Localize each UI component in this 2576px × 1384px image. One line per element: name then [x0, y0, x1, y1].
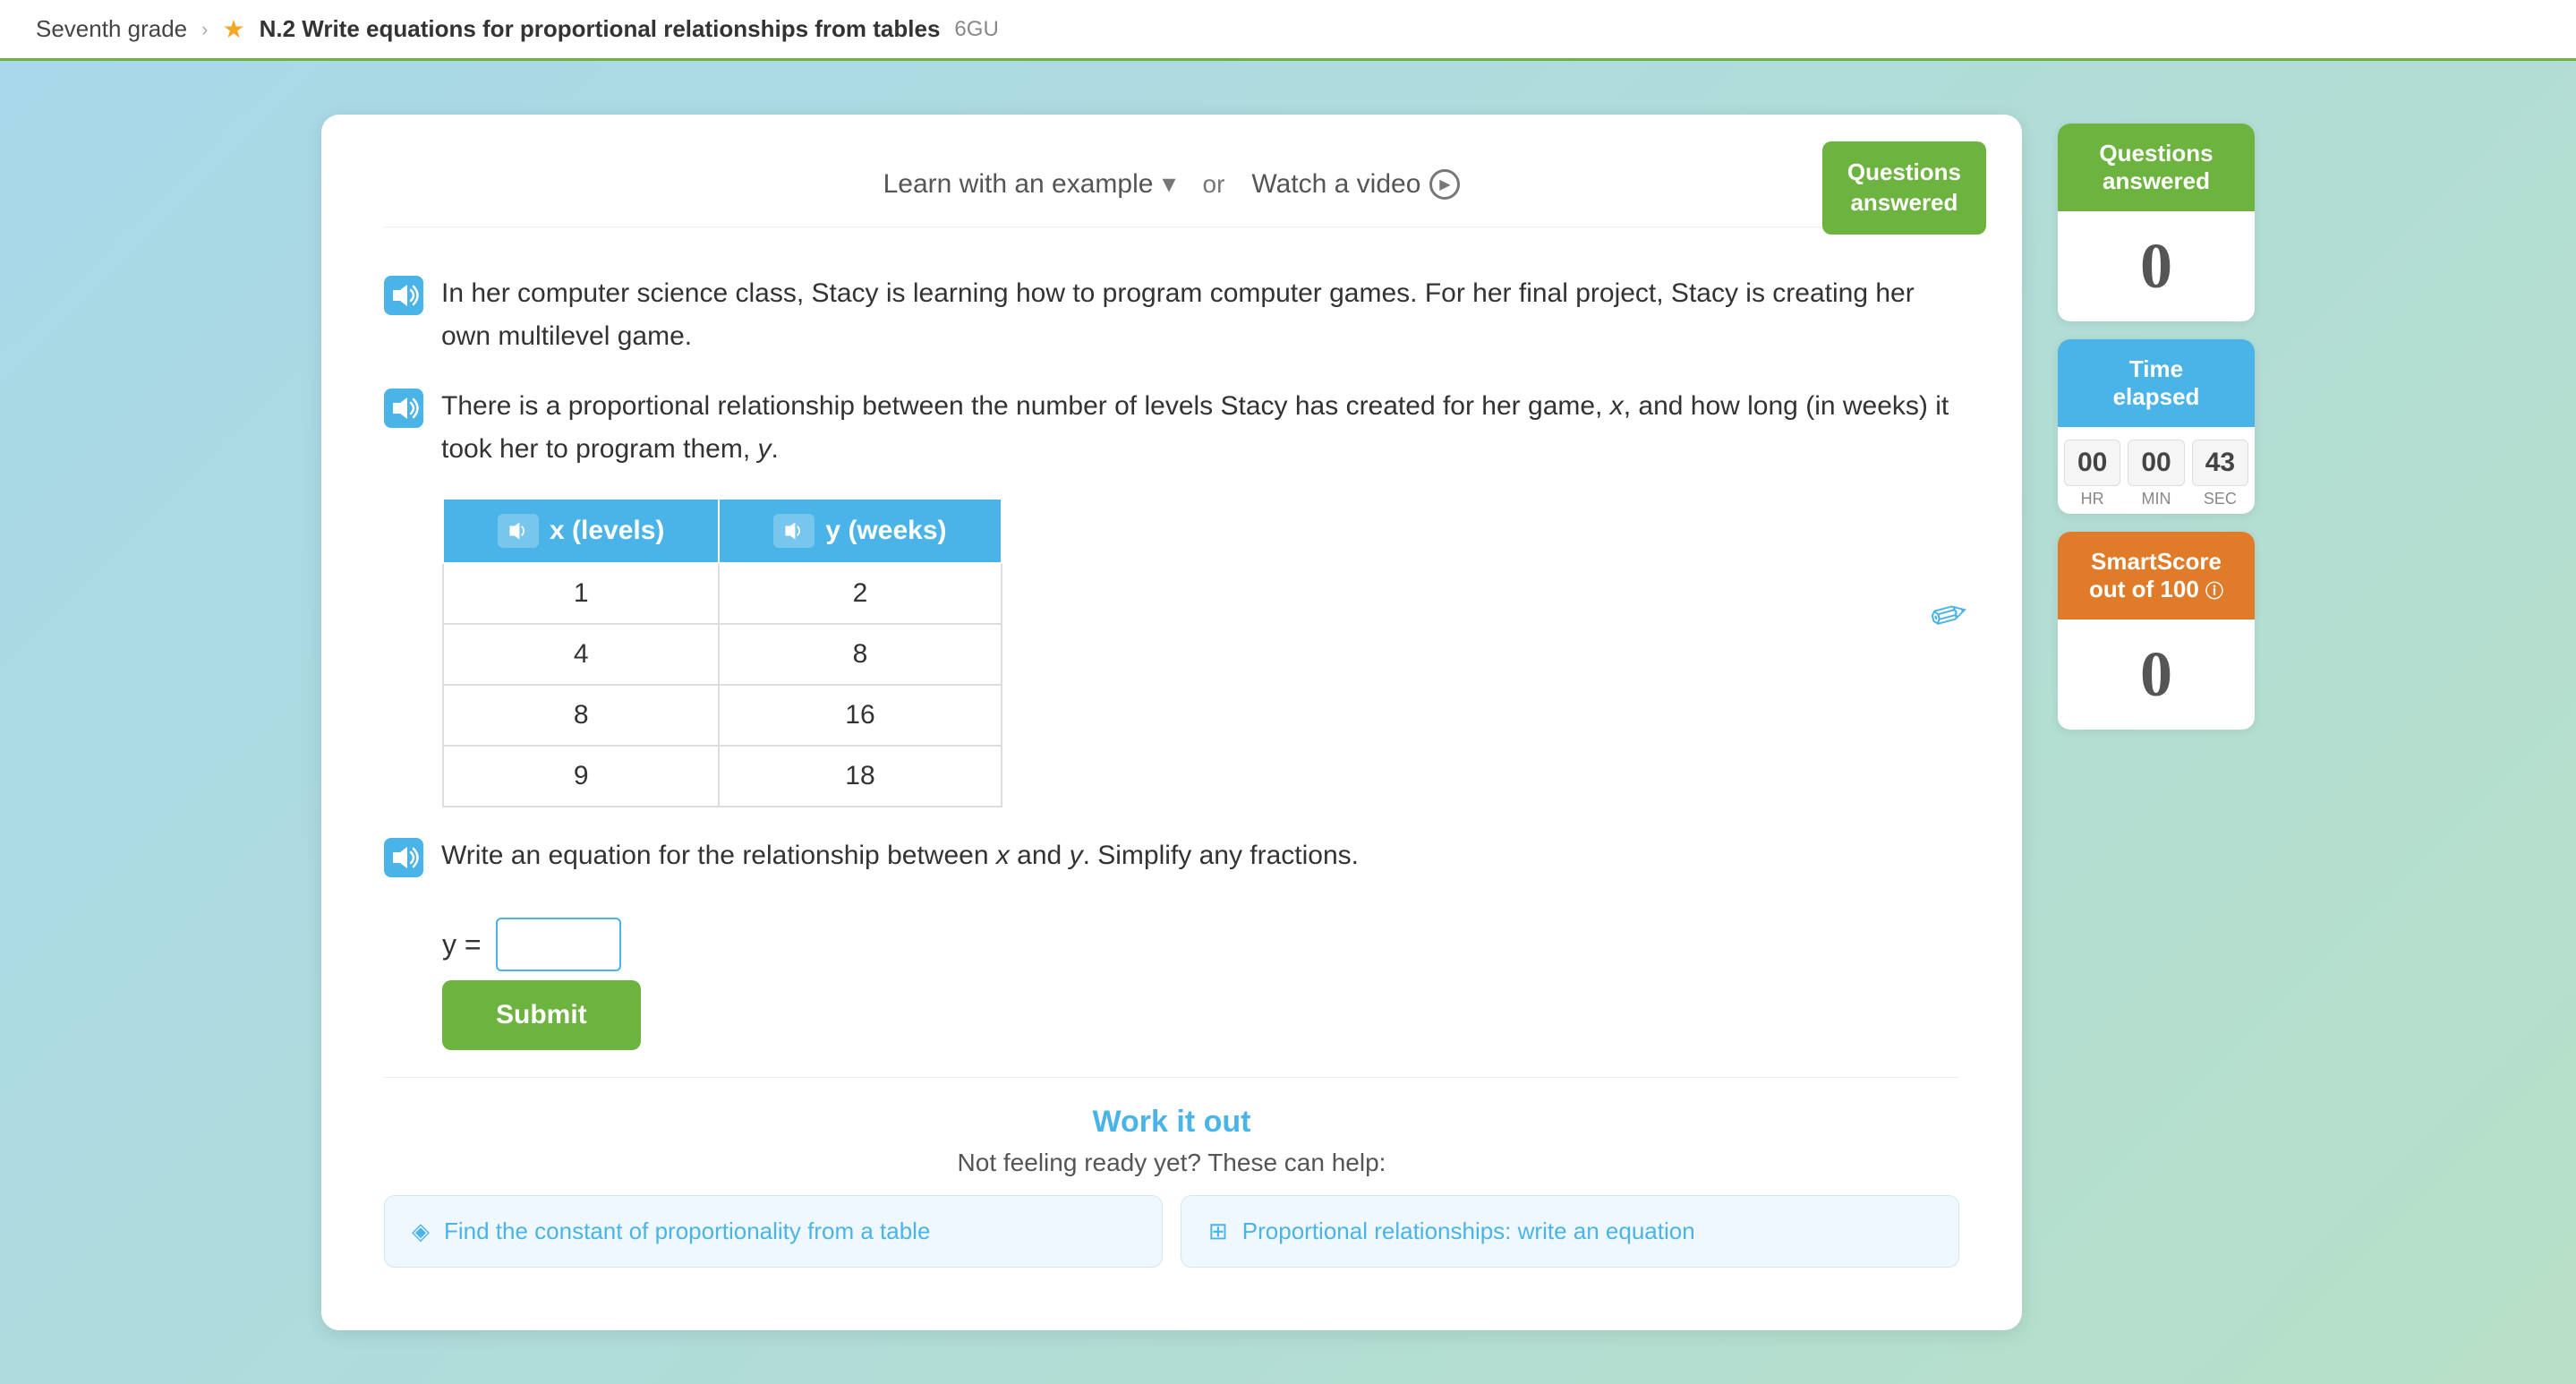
grade-label[interactable]: Seventh grade: [36, 15, 187, 43]
questions-answered-label: Questions answered: [2058, 124, 2255, 211]
timer-sec: 43 SEC: [2192, 440, 2248, 508]
submit-button[interactable]: Submit: [442, 980, 641, 1050]
main-container: Questions answered Learn with an example…: [0, 61, 2576, 1384]
col-header-x: x (levels): [443, 499, 719, 563]
paragraph-2-text: There is a proportional relationship bet…: [441, 385, 1959, 471]
watch-video-button[interactable]: Watch a video ▶: [1251, 169, 1460, 200]
table-cell-y: 8: [719, 624, 1001, 685]
timer-section: Timeelapsed 00 HR 00 MIN 43 SEC: [2058, 339, 2255, 514]
table-row: 12: [443, 563, 1002, 624]
table-cell-x: 4: [443, 624, 719, 685]
table-row: 918: [443, 746, 1002, 807]
smart-score-label[interactable]: SmartScore out of 100 ⓘ: [2058, 532, 2255, 619]
equation-prefix: y =: [442, 928, 482, 961]
info-icon: ⓘ: [2205, 582, 2223, 602]
timer-row: 00 HR 00 MIN 43 SEC: [2058, 427, 2255, 514]
help-card-1-icon: ◈: [412, 1217, 430, 1245]
table-cell-y: 16: [719, 685, 1001, 746]
paragraph-1-text: In her computer science class, Stacy is …: [441, 272, 1959, 358]
help-card-1[interactable]: ◈ Find the constant of proportionality f…: [384, 1195, 1163, 1268]
table-row: 816: [443, 685, 1002, 746]
answer-input[interactable]: [496, 918, 621, 971]
paragraph-2: There is a proportional relationship bet…: [384, 385, 1959, 471]
content-card: Questions answered Learn with an example…: [321, 115, 2022, 1330]
table-cell-y: 2: [719, 563, 1001, 624]
timer-hr: 00 HR: [2064, 440, 2120, 508]
speaker-icon-3[interactable]: [384, 838, 423, 891]
data-table-container: x (levels) y (: [442, 498, 1959, 807]
work-it-out-title: Work it out: [384, 1105, 1959, 1140]
top-nav: Learn with an example ▾ or Watch a video…: [384, 168, 1959, 227]
help-card-2[interactable]: ⊞ Proportional relationships: write an e…: [1181, 1195, 1959, 1268]
skill-title: N.2 Write equations for proportional rel…: [260, 15, 941, 43]
answer-row: y =: [442, 918, 1959, 971]
help-card-2-icon: ⊞: [1208, 1217, 1228, 1245]
top-bar: Seventh grade › ★ N.2 Write equations fo…: [0, 0, 2576, 61]
table-cell-x: 1: [443, 563, 719, 624]
smart-score-section: SmartScore out of 100 ⓘ 0: [2058, 532, 2255, 730]
question-text: Write an equation for the relationship b…: [441, 834, 1359, 877]
timer-min: 00 MIN: [2128, 440, 2184, 508]
table-cell-y: 18: [719, 746, 1001, 807]
work-it-out-section: Work it out Not feeling ready yet? These…: [384, 1077, 1959, 1277]
table-row: 48: [443, 624, 1002, 685]
time-elapsed-label: Timeelapsed: [2058, 339, 2255, 427]
speaker-icon-2[interactable]: [384, 389, 423, 441]
work-it-out-subtitle: Not feeling ready yet? These can help:: [384, 1149, 1959, 1177]
help-cards: ◈ Find the constant of proportionality f…: [384, 1195, 1959, 1268]
th-speaker-x[interactable]: [498, 514, 539, 548]
play-circle-icon: ▶: [1429, 169, 1460, 200]
learn-example-button[interactable]: Learn with an example ▾: [883, 168, 1176, 200]
question-paragraph: Write an equation for the relationship b…: [384, 834, 1959, 891]
paragraph-1: In her computer science class, Stacy is …: [384, 272, 1959, 358]
smart-score-value: 0: [2058, 619, 2255, 730]
speaker-icon-1[interactable]: [384, 276, 423, 329]
star-icon: ★: [222, 14, 244, 44]
data-table: x (levels) y (: [442, 498, 1002, 807]
or-separator: or: [1203, 170, 1225, 199]
col-header-y: y (weeks): [719, 499, 1001, 563]
th-speaker-y[interactable]: [773, 514, 815, 548]
skill-code: 6GU: [954, 17, 998, 42]
questions-answered-button[interactable]: Questions answered: [1822, 141, 1986, 235]
chevron-down-icon: ▾: [1162, 168, 1175, 200]
breadcrumb-chevron: ›: [201, 18, 208, 41]
questions-answered-section: Questions answered 0: [2058, 124, 2255, 321]
table-cell-x: 8: [443, 685, 719, 746]
sidebar: Questions answered 0 Timeelapsed 00 HR 0…: [2058, 115, 2255, 1330]
questions-count: 0: [2058, 211, 2255, 321]
table-cell-x: 9: [443, 746, 719, 807]
